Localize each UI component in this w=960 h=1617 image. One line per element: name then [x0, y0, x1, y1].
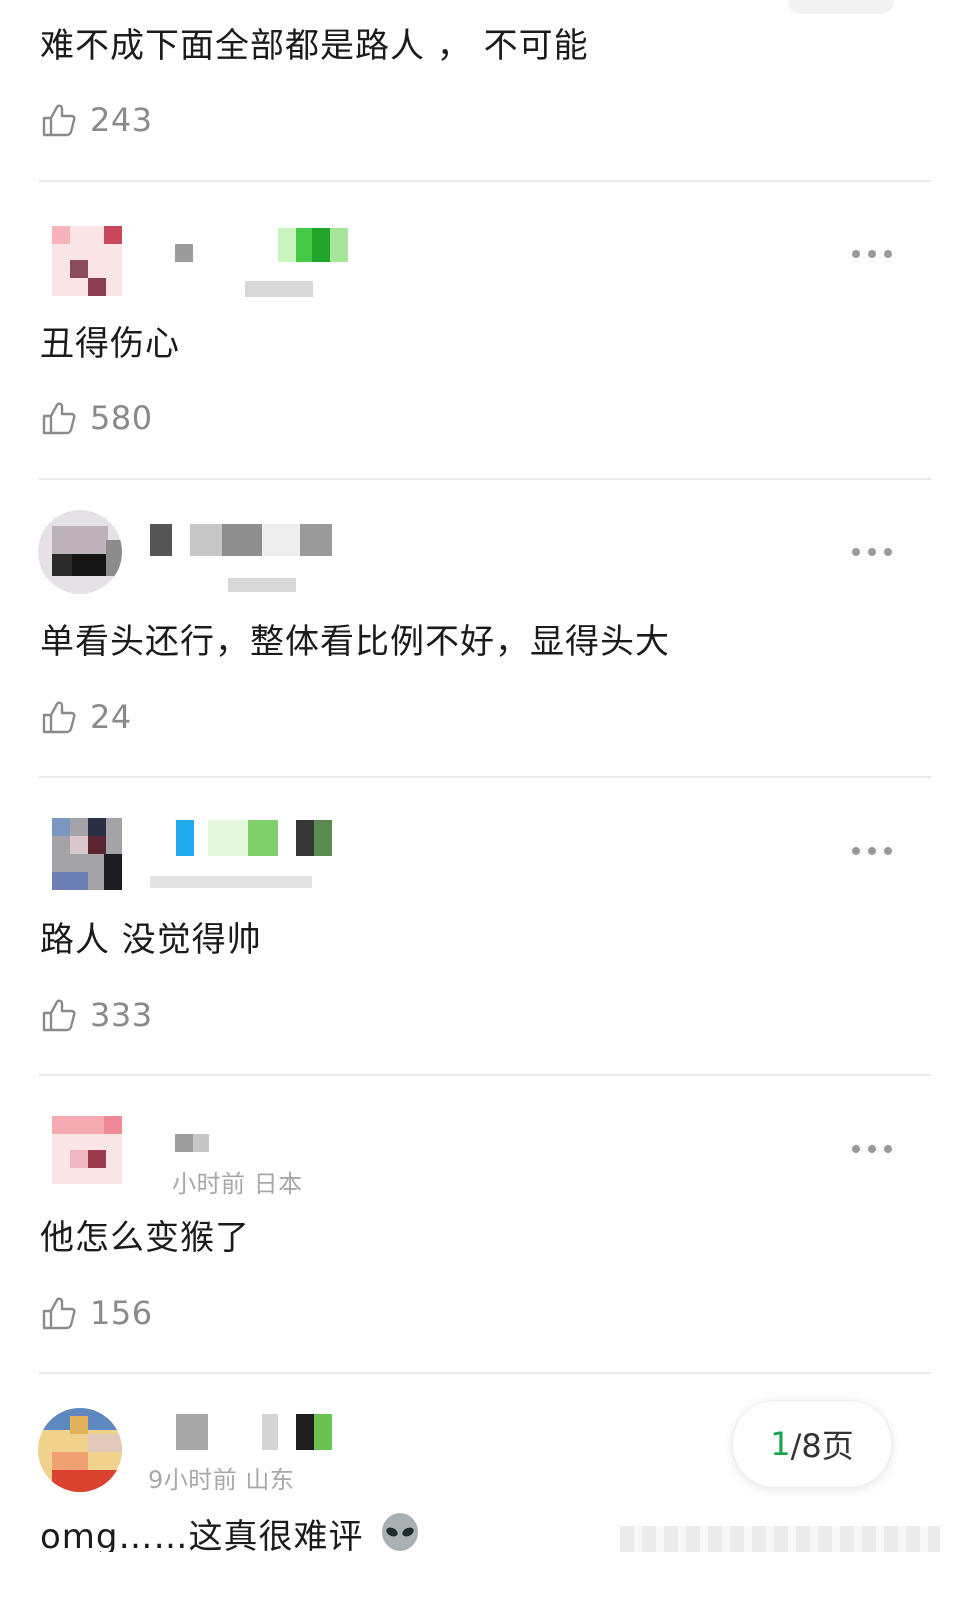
comment-text: 路人 没觉得帅	[40, 920, 262, 960]
comment-text: 丑得伤心	[40, 324, 180, 364]
divider	[39, 478, 931, 480]
like-count: 24	[90, 698, 132, 736]
more-options-icon[interactable]	[852, 1145, 892, 1155]
like-button[interactable]: 333	[40, 993, 153, 1037]
more-options-icon[interactable]	[852, 548, 892, 558]
page-indicator-button[interactable]: 1/8页	[732, 1400, 892, 1488]
more-options-icon[interactable]	[852, 847, 892, 857]
user-badge-blurred	[278, 228, 348, 262]
like-count: 156	[90, 1294, 153, 1332]
comment-text-content: omg……这真很难评	[40, 1517, 364, 1557]
comment-text: 他怎么变猴了	[40, 1218, 250, 1258]
avatar[interactable]	[38, 818, 122, 902]
comment-feed: 难不成下面全部都是路人 ， 不可能 243 丑得伤心 580 单看头还行，整体看…	[0, 0, 960, 1617]
comment-meta: 小时前 日本	[172, 1170, 303, 1198]
like-button[interactable]: 580	[40, 396, 153, 440]
thumbs-up-icon	[42, 999, 76, 1032]
more-options-icon[interactable]	[852, 250, 892, 260]
thumbs-up-icon	[42, 104, 76, 137]
avatar[interactable]	[38, 510, 122, 594]
like-count: 243	[90, 101, 153, 139]
thumbs-up-icon	[42, 701, 76, 734]
comment-meta: 9小时前 山东	[148, 1466, 295, 1494]
top-floating-pill[interactable]	[788, 0, 894, 14]
like-button[interactable]: 156	[40, 1291, 153, 1335]
like-button[interactable]: 24	[40, 695, 132, 739]
meta-blurred	[245, 281, 313, 297]
divider	[39, 776, 931, 778]
username-blurred[interactable]	[158, 1414, 332, 1450]
like-button[interactable]: 243	[40, 98, 153, 142]
avatar[interactable]	[38, 226, 122, 310]
thumbs-up-icon	[42, 1297, 76, 1330]
username-blurred[interactable]	[175, 244, 193, 262]
username-blurred[interactable]	[150, 524, 332, 556]
bottom-mask	[0, 1552, 960, 1617]
divider	[39, 1074, 931, 1076]
page-total: /8页	[790, 1427, 854, 1465]
divider	[39, 180, 931, 182]
meta-blurred	[150, 876, 312, 888]
comment-text: 单看头还行，整体看比例不好，显得头大	[40, 622, 670, 662]
alien-emoji-icon	[382, 1513, 419, 1551]
divider	[39, 1372, 931, 1374]
like-count: 580	[90, 399, 153, 437]
page-current: 1	[770, 1425, 791, 1463]
avatar[interactable]	[38, 1116, 122, 1200]
avatar[interactable]	[38, 1408, 122, 1492]
comment-text: 难不成下面全部都是路人 ， 不可能	[40, 26, 589, 66]
username-blurred[interactable]	[175, 1134, 209, 1152]
meta-blurred	[228, 578, 296, 592]
thumbs-up-icon	[42, 402, 76, 435]
like-count: 333	[90, 996, 153, 1034]
username-blurred[interactable]	[158, 820, 332, 856]
